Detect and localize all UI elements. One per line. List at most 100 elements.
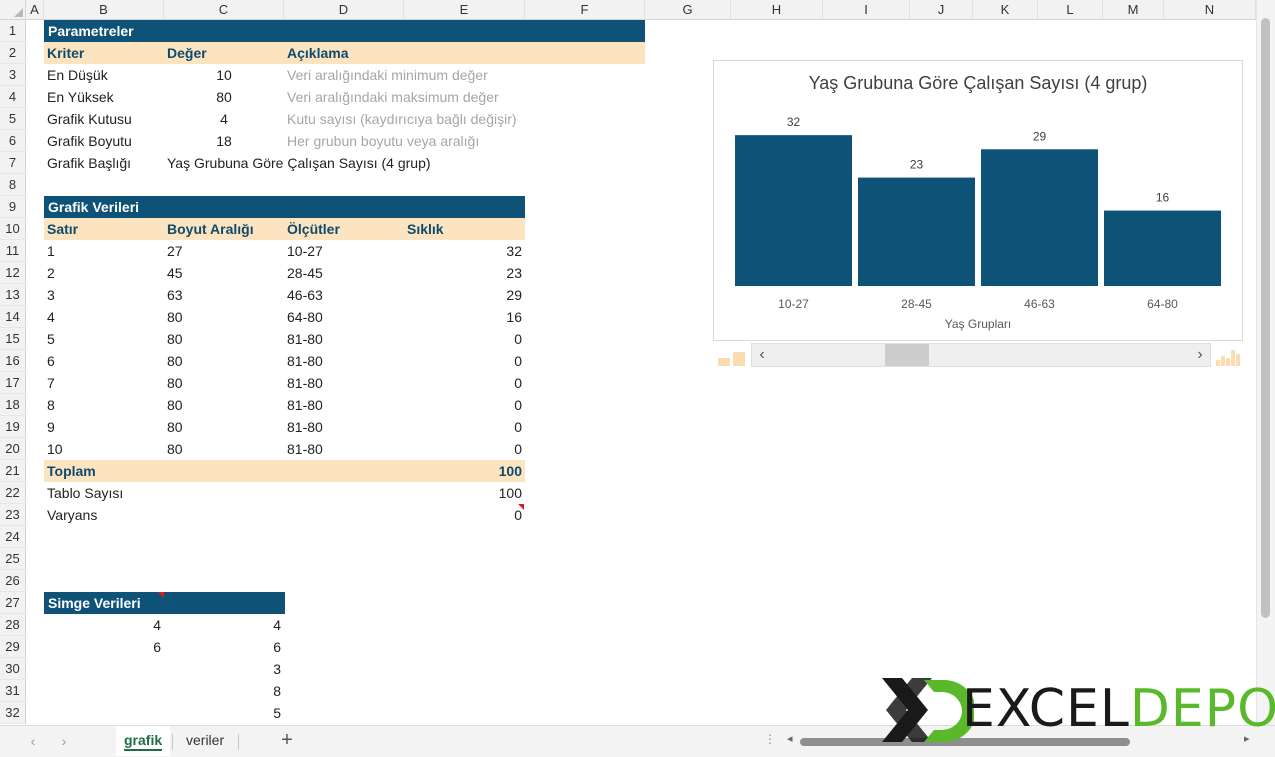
grafik-olcut-cell[interactable]: 46-63 [284, 284, 326, 306]
grafik-boyut-cell[interactable]: 63 [164, 284, 186, 306]
param-aciklama-cell[interactable]: Kutu sayısı (kaydırıcıya bağlı değişir) [284, 108, 520, 130]
tab-grafik[interactable]: grafik [116, 726, 171, 756]
grafik-col-boyut[interactable]: Boyut Aralığı [164, 218, 257, 240]
grafik-siklik-cell[interactable]: 0 [404, 394, 525, 416]
row-header[interactable]: 19 [0, 416, 26, 438]
row-header[interactable]: 22 [0, 482, 26, 504]
params-header[interactable]: Parametreler [44, 20, 645, 42]
chart-bar-10-27[interactable] [735, 135, 852, 286]
column-header-n[interactable]: N [1164, 0, 1256, 20]
toplam-value-cell[interactable]: 100 [404, 460, 525, 482]
column-header-f[interactable]: F [525, 0, 645, 20]
grafik-boyut-cell[interactable]: 27 [164, 240, 186, 262]
chart-bar-28-45[interactable] [858, 177, 975, 286]
grafik-col-satir[interactable]: Satır [44, 218, 81, 240]
param-deger-cell[interactable]: 10 [164, 64, 284, 86]
grafik-boyut-cell[interactable]: 80 [164, 394, 186, 416]
row-header[interactable]: 16 [0, 350, 26, 372]
row-header[interactable]: 28 [0, 614, 26, 636]
row-header[interactable]: 25 [0, 548, 26, 570]
grafik-col-siklik[interactable]: Sıklık [404, 218, 447, 240]
param-aciklama-cell[interactable]: Veri aralığındaki maksimum değer [284, 86, 502, 108]
simge-header[interactable]: Simge Verileri [44, 592, 285, 614]
simge-c-cell[interactable]: 4 [164, 614, 284, 636]
grafik-satir-cell[interactable]: 5 [44, 328, 58, 350]
row-header[interactable]: 10 [0, 218, 26, 240]
column-header-l[interactable]: L [1038, 0, 1103, 20]
row-header[interactable]: 9 [0, 196, 26, 218]
grafik-satir-cell[interactable]: 6 [44, 350, 58, 372]
chart-x-axis-title[interactable]: Yaş Grupları [714, 317, 1242, 331]
grafik-satir-cell[interactable]: 2 [44, 262, 58, 284]
grafik-olcut-cell[interactable]: 81-80 [284, 416, 326, 438]
horizontal-scrollbar[interactable] [800, 738, 1242, 746]
grafik-olcut-cell[interactable]: 81-80 [284, 372, 326, 394]
grafik-siklik-cell[interactable]: 16 [404, 306, 525, 328]
params-col-aciklama[interactable]: Açıklama [284, 42, 351, 64]
column-header-e[interactable]: E [404, 0, 525, 20]
tab-veriler[interactable]: veriler [178, 726, 232, 756]
column-header-d[interactable]: D [284, 0, 404, 20]
grafik-olcut-cell[interactable]: 81-80 [284, 328, 326, 350]
bar-chart[interactable]: Yaş Grubuna Göre Çalışan Sayısı (4 grup)… [713, 60, 1243, 341]
row-header[interactable]: 15 [0, 328, 26, 350]
more-options-icon[interactable]: ⋮ [764, 732, 776, 746]
grafik-olcut-cell[interactable]: 81-80 [284, 350, 326, 372]
row-header[interactable]: 23 [0, 504, 26, 526]
simge-c-cell[interactable]: 5 [164, 702, 284, 724]
grafik-olcut-cell[interactable]: 81-80 [284, 438, 326, 460]
param-kriter-cell[interactable]: En Düşük [44, 64, 111, 86]
simge-c-cell[interactable]: 3 [164, 658, 284, 680]
grafik-col-olcut[interactable]: Ölçütler [284, 218, 343, 240]
column-header-c[interactable]: C [164, 0, 284, 20]
row-header[interactable]: 30 [0, 658, 26, 680]
grafik-siklik-cell[interactable]: 0 [404, 372, 525, 394]
grafik-siklik-cell[interactable]: 23 [404, 262, 525, 284]
row-header[interactable]: 12 [0, 262, 26, 284]
row-header[interactable]: 14 [0, 306, 26, 328]
row-header[interactable]: 5 [0, 108, 26, 130]
grafik-satir-cell[interactable]: 3 [44, 284, 58, 306]
params-col-kriter[interactable]: Kriter [44, 42, 87, 64]
row-header[interactable]: 2 [0, 42, 26, 64]
grafik-boyut-cell[interactable]: 80 [164, 306, 186, 328]
row-header[interactable]: 21 [0, 460, 26, 482]
varyans-label-cell[interactable]: Varyans [44, 504, 100, 526]
tablo-sayisi-label-cell[interactable]: Tablo Sayısı [44, 482, 126, 504]
column-header-a[interactable]: A [26, 0, 44, 20]
vertical-scrollbar-thumb[interactable] [1261, 18, 1270, 618]
row-header[interactable]: 32 [0, 702, 26, 724]
select-all-corner[interactable] [0, 0, 26, 20]
row-header[interactable]: 7 [0, 152, 26, 174]
param-title-label-cell[interactable]: Grafik Başlığı [44, 152, 134, 174]
grafik-siklik-cell[interactable]: 32 [404, 240, 525, 262]
grafik-boyut-cell[interactable]: 80 [164, 328, 186, 350]
varyans-value-cell[interactable]: 0 [404, 504, 525, 526]
grafik-boyut-cell[interactable]: 80 [164, 416, 186, 438]
prev-sheet-arrow-icon[interactable]: ‹ [24, 732, 42, 750]
param-kriter-cell[interactable]: Grafik Kutusu [44, 108, 135, 130]
scroll-left-arrow-icon[interactable]: ‹ [752, 344, 772, 366]
scroll-right-arrow-icon[interactable]: › [1190, 344, 1210, 366]
grafik-olcut-cell[interactable]: 10-27 [284, 240, 326, 262]
grafik-olcut-cell[interactable]: 81-80 [284, 394, 326, 416]
row-header[interactable]: 6 [0, 130, 26, 152]
grafik-siklik-cell[interactable]: 0 [404, 416, 525, 438]
toplam-label-cell[interactable]: Toplam [44, 460, 99, 482]
param-deger-cell[interactable]: 4 [164, 108, 284, 130]
vertical-scrollbar[interactable] [1256, 0, 1275, 725]
row-header[interactable]: 26 [0, 570, 26, 592]
column-header-m[interactable]: M [1103, 0, 1164, 20]
param-aciklama-cell[interactable]: Veri aralığındaki minimum değer [284, 64, 491, 86]
grafik-boyut-cell[interactable]: 80 [164, 350, 186, 372]
grafik-boyut-cell[interactable]: 80 [164, 438, 186, 460]
param-kriter-cell[interactable]: Grafik Boyutu [44, 130, 135, 152]
column-header-h[interactable]: H [731, 0, 823, 20]
simge-c-cell[interactable]: 8 [164, 680, 284, 702]
param-title-value-cell[interactable]: Yaş Grubuna Göre Çalışan Sayısı (4 grup) [164, 152, 434, 174]
param-aciklama-cell[interactable]: Her grubun boyutu veya aralığı [284, 130, 482, 152]
row-header[interactable]: 24 [0, 526, 26, 548]
param-deger-cell[interactable]: 80 [164, 86, 284, 108]
column-header-g[interactable]: G [645, 0, 731, 20]
next-sheet-arrow-icon[interactable]: › [55, 732, 73, 750]
